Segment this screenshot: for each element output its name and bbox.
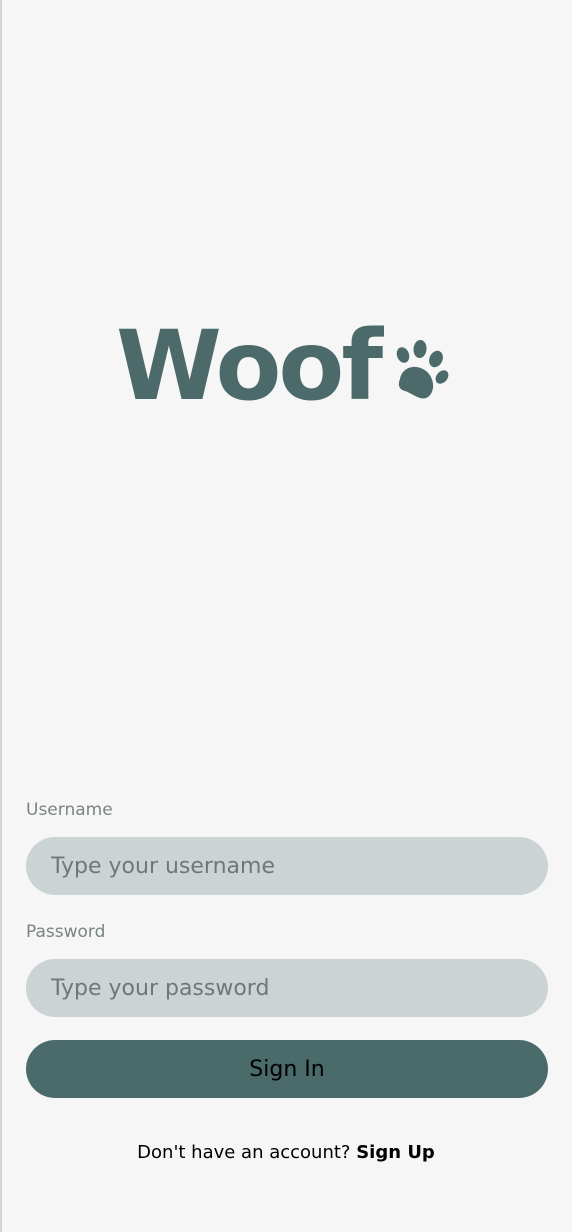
- password-input[interactable]: [26, 959, 548, 1017]
- sign-in-label: Sign In: [249, 1056, 325, 1082]
- sign-up-link[interactable]: Sign Up: [356, 1142, 435, 1163]
- app-logo: Woof: [116, 318, 452, 414]
- password-label: Password: [26, 922, 106, 942]
- username-label: Username: [26, 800, 113, 820]
- logo-text: Woof: [116, 310, 383, 422]
- signup-prompt: Don't have an account?: [137, 1142, 351, 1163]
- signup-row: Don't have an account? Sign Up: [0, 1142, 572, 1163]
- sign-in-button[interactable]: Sign In: [26, 1040, 548, 1098]
- window-edge: [0, 0, 2, 1232]
- paw-icon: [396, 340, 449, 399]
- username-input[interactable]: [26, 837, 548, 895]
